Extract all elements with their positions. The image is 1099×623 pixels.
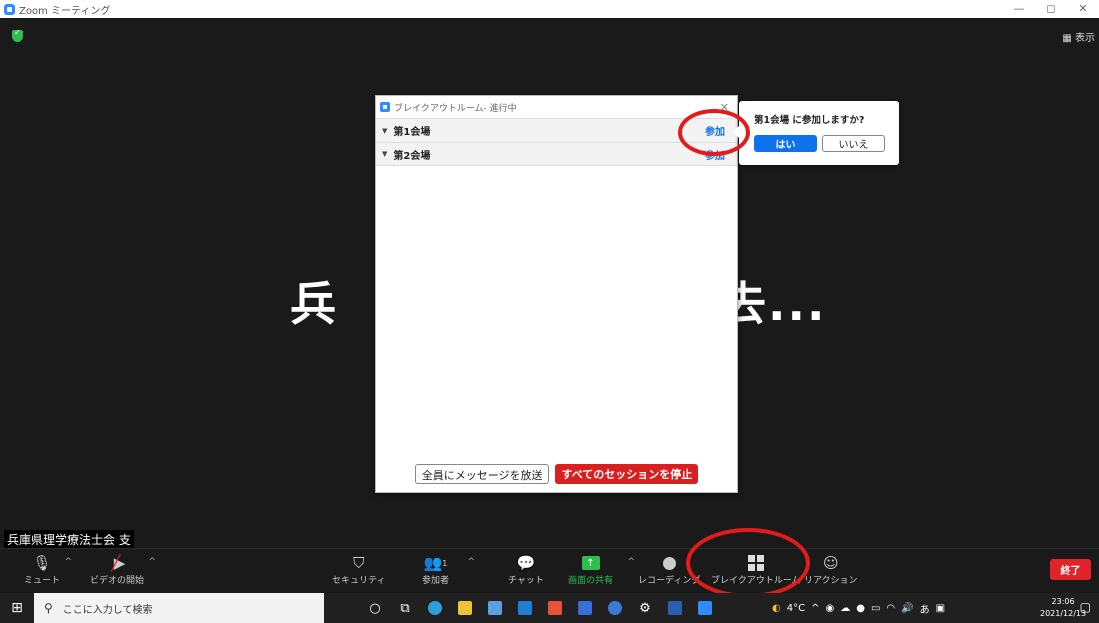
share-screen-icon: ↑ — [581, 553, 600, 573]
title-bar: Zoom ミーティング — ◻ ✕ — [0, 0, 1099, 18]
expand-caret-icon[interactable]: ▼ — [382, 127, 387, 135]
window-title: Zoom ミーティング — [19, 5, 111, 17]
weather-icon[interactable]: ◐ — [772, 603, 781, 614]
meeting-toolbar: 🎙 ^ ミュート ▶︎ ╱ ^ ビデオの開始 ⛉ セキュリティ 👥 1 ^ 参加者 … — [0, 548, 1099, 593]
search-icon: ⚲ — [44, 601, 53, 615]
join-confirm-popover: 第1会場 に参加しますか? はい いいえ — [733, 101, 899, 165]
zoom-logo-icon — [4, 3, 15, 15]
chevron-up-icon[interactable]: ^ — [811, 603, 819, 614]
mute-button[interactable]: 🎙 ^ ミュート — [24, 553, 72, 586]
settings-gear-icon[interactable]: ⚙ — [630, 593, 660, 623]
store-icon[interactable] — [480, 593, 510, 623]
chevron-up-icon[interactable]: ^ — [148, 557, 156, 567]
notification-icon[interactable]: ▢ — [1080, 600, 1091, 614]
ime-indicator[interactable]: あ — [920, 601, 930, 616]
zoom-logo-icon — [380, 102, 390, 112]
search-placeholder: ここに入力して検索 — [62, 604, 153, 616]
window-controls: — ◻ ✕ — [1003, 0, 1099, 18]
participant-name-display: 兵 — [290, 277, 338, 331]
onedrive-icon[interactable]: ☁ — [840, 603, 850, 614]
media-icon[interactable] — [600, 593, 630, 623]
smiley-icon: ☺ — [822, 554, 839, 572]
task-view-icon[interactable]: ⧉ — [390, 593, 420, 623]
mail-icon[interactable] — [510, 593, 540, 623]
participants-label: 参加者 — [422, 576, 450, 586]
stop-all-sessions-button[interactable]: すべてのセッションを停止 — [555, 464, 699, 484]
microphone-icon[interactable]: ● — [856, 603, 865, 614]
app-icon[interactable] — [540, 593, 570, 623]
room-name: 第2会場 — [393, 150, 431, 162]
dialog-title: ブレイクアウトルーム- 進行中 — [394, 103, 517, 114]
cortana-icon[interactable]: ○ — [360, 593, 390, 623]
video-label: ビデオの開始 — [90, 576, 145, 586]
mute-label: ミュート — [24, 576, 61, 586]
dialog-footer: 全員にメッセージを放送 すべてのセッションを停止 — [376, 464, 737, 484]
input-icon[interactable]: ▣ — [936, 603, 945, 614]
battery-icon[interactable]: ▭ — [871, 603, 880, 614]
restore-icon[interactable]: ◻ — [1035, 0, 1067, 18]
wifi-icon[interactable]: ◠ — [886, 603, 895, 614]
file-explorer-icon[interactable] — [450, 593, 480, 623]
no-button[interactable]: いいえ — [822, 135, 885, 152]
reactions-button[interactable]: ☺ リアクション — [804, 553, 858, 586]
minimize-icon[interactable]: — — [1003, 0, 1035, 18]
chevron-up-icon[interactable]: ^ — [627, 557, 635, 567]
participants-count: 1 — [442, 558, 448, 568]
zoom-meeting-window: Zoom ミーティング — ◻ ✕ ▦ 表示 兵 去... 兵庫県理学療法士会 … — [0, 0, 1099, 623]
security-button[interactable]: ⛉ セキュリティ — [332, 553, 385, 586]
yes-button[interactable]: はい — [754, 135, 817, 152]
participant-name-label: 兵庫県理学療法士会 支 — [4, 530, 134, 548]
room-row-2[interactable]: ▼ 第2会場 参加 — [376, 142, 737, 166]
volume-icon[interactable]: 🔊 — [901, 603, 913, 614]
participants-button[interactable]: 👥 1 ^ 参加者 — [422, 553, 475, 586]
windows-taskbar: ⊞ ⚲ ここに入力して検索 ○ ⧉ ⚙ ◐ 4°C ^ ◉ ☁ ● ▭ ◠ 🔊 … — [0, 593, 1099, 623]
share-screen-button[interactable]: ↑ ^ 画面の共有 — [568, 553, 635, 586]
close-icon[interactable]: ✕ — [1067, 0, 1099, 18]
zoom-taskbar-icon[interactable] — [690, 593, 720, 623]
join-question: 第1会場 に参加しますか? — [754, 115, 865, 126]
system-tray: ◐ 4°C ^ ◉ ☁ ● ▭ ◠ 🔊 あ ▣ — [772, 593, 945, 623]
taskbar-search-box[interactable]: ⚲ ここに入力して検索 — [34, 593, 324, 623]
annotation-circle-breakout — [686, 528, 810, 598]
annotation-circle-join — [678, 109, 750, 156]
shield-icon: ⛉ — [353, 554, 365, 572]
edge-icon[interactable] — [420, 593, 450, 623]
start-video-button[interactable]: ▶︎ ╱ ^ ビデオの開始 — [90, 553, 156, 586]
chat-button[interactable]: 💬 チャット — [508, 553, 544, 586]
record-icon — [662, 553, 676, 573]
participants-icon: 👥 1 — [423, 554, 448, 572]
chevron-up-icon[interactable]: ^ — [467, 557, 475, 567]
word-icon[interactable] — [660, 593, 690, 623]
pinned-apps: ○ ⧉ ⚙ — [360, 593, 720, 623]
room-name: 第1会場 — [393, 127, 431, 138]
tray-icon[interactable]: ◉ — [825, 603, 834, 614]
video-off-icon: ▶︎ ╱ — [111, 554, 126, 572]
chat-label: チャット — [508, 576, 544, 586]
security-label: セキュリティ — [332, 576, 386, 586]
breakout-rooms-dialog: ブレイクアウトルーム- 進行中 ✕ ▼ 第1会場 参加 ▼ 第2会場 参加 全員… — [375, 95, 738, 493]
end-meeting-button[interactable]: 終了 — [1050, 559, 1091, 580]
encryption-shield-icon[interactable] — [12, 28, 23, 42]
reaction-label: リアクション — [804, 576, 858, 586]
broadcast-message-button[interactable]: 全員にメッセージを放送 — [414, 464, 550, 484]
mail-app-icon[interactable] — [570, 593, 600, 623]
dialog-header: ブレイクアウトルーム- 進行中 ✕ — [376, 96, 737, 118]
windows-start-icon[interactable]: ⊞ — [0, 593, 34, 623]
chat-icon: 💬 — [516, 554, 536, 572]
view-button[interactable]: ▦ 表示 — [1062, 29, 1095, 44]
expand-caret-icon[interactable]: ▼ — [382, 150, 387, 158]
microphone-icon: 🎙 — [32, 554, 52, 572]
chevron-up-icon[interactable]: ^ — [64, 557, 72, 567]
temperature[interactable]: 4°C — [787, 603, 805, 614]
share-label: 画面の共有 — [568, 576, 614, 586]
